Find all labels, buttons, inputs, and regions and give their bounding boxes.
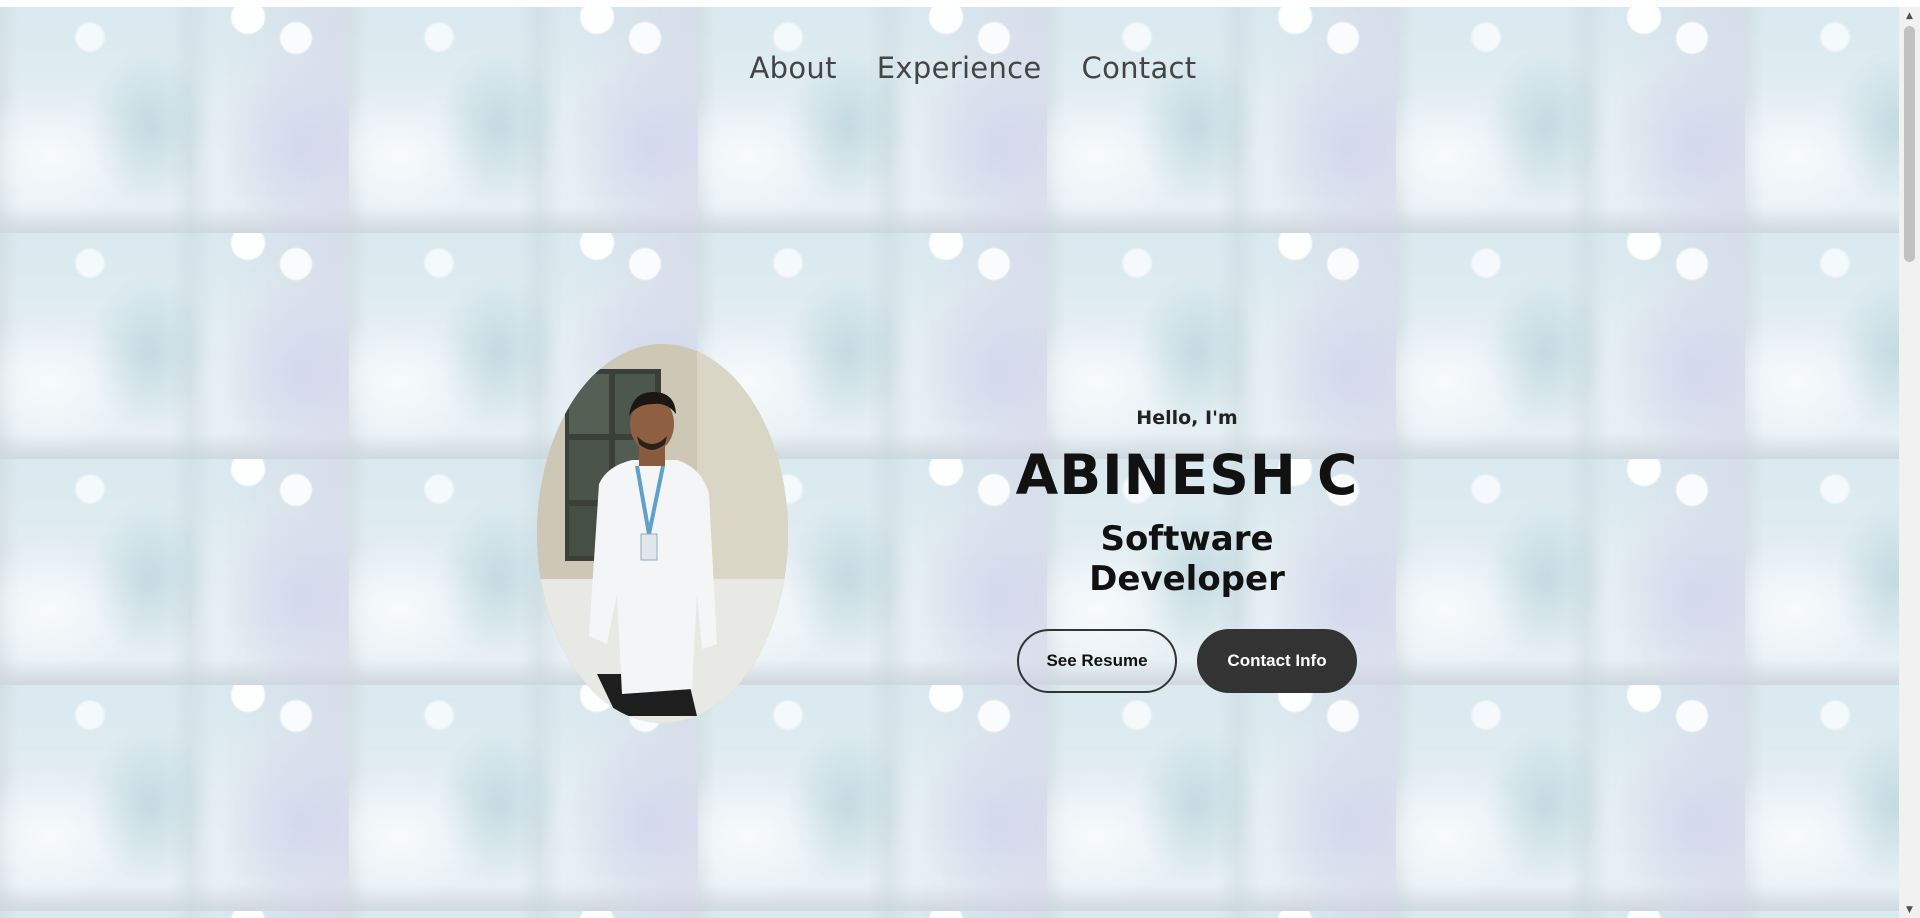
hero-title: Software Developer: [1089, 519, 1285, 599]
see-resume-button[interactable]: See Resume: [1017, 629, 1177, 693]
nav-link-contact[interactable]: Contact: [1082, 51, 1197, 85]
nav-link-experience[interactable]: Experience: [877, 51, 1042, 85]
hero-section: Hello, I'm ABINESH C Software Developer …: [1000, 407, 1374, 693]
photo-id-card: [640, 533, 658, 561]
hero-buttons: See Resume Contact Info: [1000, 629, 1374, 693]
top-nav: About Experience Contact: [0, 51, 1899, 85]
background-pattern: [0, 7, 1899, 918]
scroll-up-icon[interactable]: ▲: [1899, 7, 1920, 24]
contact-info-button[interactable]: Contact Info: [1197, 629, 1357, 693]
hero-greeting: Hello, I'm: [1136, 407, 1238, 429]
nav-link-about[interactable]: About: [750, 51, 837, 85]
page-viewport: About Experience Contact Hello, I'm ABIN…: [0, 7, 1899, 918]
hero-name: ABINESH C: [1015, 443, 1359, 507]
scrollbar-thumb[interactable]: [1904, 26, 1915, 262]
scroll-down-icon[interactable]: ▼: [1899, 901, 1920, 918]
profile-picture: [537, 344, 788, 723]
vertical-scrollbar[interactable]: ▲ ▼: [1899, 7, 1920, 918]
profile-photo-illustration: [537, 344, 788, 723]
